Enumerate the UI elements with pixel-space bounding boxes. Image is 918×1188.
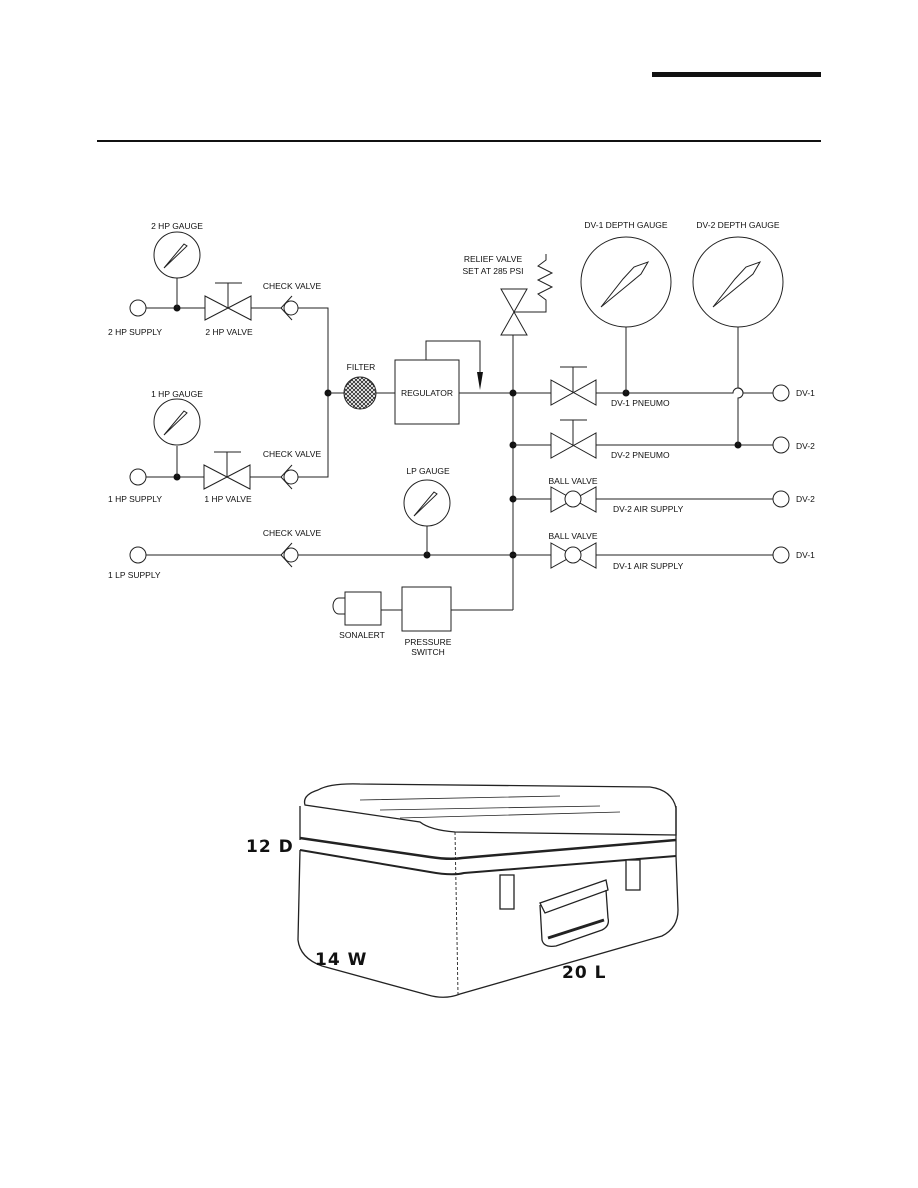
relief-valve-setting: SET AT 285 PSI xyxy=(463,266,524,276)
lp1-branch: LP GAUGE CHECK VALVE 1 LP SUPPLY xyxy=(108,466,513,580)
feedback-arrow-icon xyxy=(477,372,483,390)
hp2-supply-port xyxy=(129,299,147,317)
dv2-air-outlet-port xyxy=(772,490,790,508)
dv2-air-outlet-label: DV-2 xyxy=(796,494,815,504)
pressure-switch-label: PRESSURE xyxy=(405,637,452,647)
pressure-switch-label-2: SWITCH xyxy=(411,647,445,657)
sonalert-box xyxy=(344,591,382,626)
hp1-supply-port xyxy=(129,468,147,486)
dv1-air-outlet-port xyxy=(772,546,790,564)
sonalert-label: SONALERT xyxy=(339,630,385,640)
dv2-pneumo-label: DV-2 PNEUMO xyxy=(611,450,670,460)
dv1-depth-gauge-icon xyxy=(580,236,672,328)
lp1-supply-label: 1 LP SUPPLY xyxy=(108,570,161,580)
regulator-label: REGULATOR xyxy=(401,388,453,398)
relief-valve-label: RELIEF VALVE xyxy=(464,254,523,264)
page-canvas: 2 HP GAUGE 2 HP SUPPLY 2 HP VALVE CHECK … xyxy=(97,72,821,998)
case-length-label: 20 L xyxy=(562,963,606,983)
lp-gauge-icon xyxy=(403,479,451,527)
dv2-ball-valve-icon xyxy=(550,486,597,513)
ball-valve-label: BALL VALVE xyxy=(549,531,598,541)
hp2-valve-icon xyxy=(204,282,252,321)
header-rule xyxy=(97,140,821,142)
case-width-label: 14 W xyxy=(315,950,367,970)
hp2-gauge-label: 2 HP GAUGE xyxy=(151,221,203,231)
sonalert-horn-icon xyxy=(332,597,346,615)
dv1-pneumo-label: DV-1 PNEUMO xyxy=(611,398,670,408)
dv2-outlet-label: DV-2 xyxy=(796,441,815,451)
check-valve-icon xyxy=(280,295,299,321)
header-bar xyxy=(652,72,821,77)
hp1-valve-label: 1 HP VALVE xyxy=(204,494,252,504)
dv2-air-supply-label: DV-2 AIR SUPPLY xyxy=(613,504,684,514)
pneumatic-schematic: 2 HP GAUGE 2 HP SUPPLY 2 HP VALVE CHECK … xyxy=(108,220,815,657)
pressure-switch-box xyxy=(401,586,452,632)
hp2-gauge-icon xyxy=(153,231,201,279)
filter-icon xyxy=(343,376,377,410)
hp2-supply-label: 2 HP SUPPLY xyxy=(108,327,162,337)
lp-gauge-label: LP GAUGE xyxy=(406,466,450,476)
dv1-ball-valve-icon xyxy=(550,542,597,569)
dv2-depth-gauge-icon xyxy=(692,236,784,328)
ball-valve-label: BALL VALVE xyxy=(549,476,598,486)
dv2-depth-gauge-label: DV-2 DEPTH GAUGE xyxy=(696,220,779,230)
dv2-pneumo-valve-icon xyxy=(550,419,597,459)
hp1-branch: 1 HP GAUGE 1 HP SUPPLY 1 HP VALVE CHECK … xyxy=(108,389,321,504)
hp2-valve-label: 2 HP VALVE xyxy=(205,327,253,337)
check-valve-label: CHECK VALVE xyxy=(263,449,322,459)
lp1-supply-port xyxy=(129,546,147,564)
dv1-outlet-label: DV-1 xyxy=(796,388,815,398)
dv1-air-supply-label: DV-1 AIR SUPPLY xyxy=(613,561,684,571)
check-valve-icon xyxy=(280,542,299,568)
dv1-air-outlet-label: DV-1 xyxy=(796,550,815,560)
hp2-branch: 2 HP GAUGE 2 HP SUPPLY 2 HP VALVE CHECK … xyxy=(108,221,329,478)
dv1-pneumo-valve-icon xyxy=(550,366,597,406)
hp1-gauge-icon xyxy=(153,398,201,446)
dv1-outlet-port xyxy=(772,384,790,402)
dv2-outlet-port xyxy=(772,436,790,454)
check-valve-icon xyxy=(280,464,299,490)
hp1-supply-label: 1 HP SUPPLY xyxy=(108,494,162,504)
check-valve-label: CHECK VALVE xyxy=(263,281,322,291)
filter-label: FILTER xyxy=(347,362,376,372)
hp1-gauge-label: 1 HP GAUGE xyxy=(151,389,203,399)
case-depth-label: 12 D xyxy=(246,837,294,857)
dv1-depth-gauge-label: DV-1 DEPTH GAUGE xyxy=(584,220,667,230)
hp1-valve-icon xyxy=(203,451,251,490)
check-valve-label: CHECK VALVE xyxy=(263,528,322,538)
